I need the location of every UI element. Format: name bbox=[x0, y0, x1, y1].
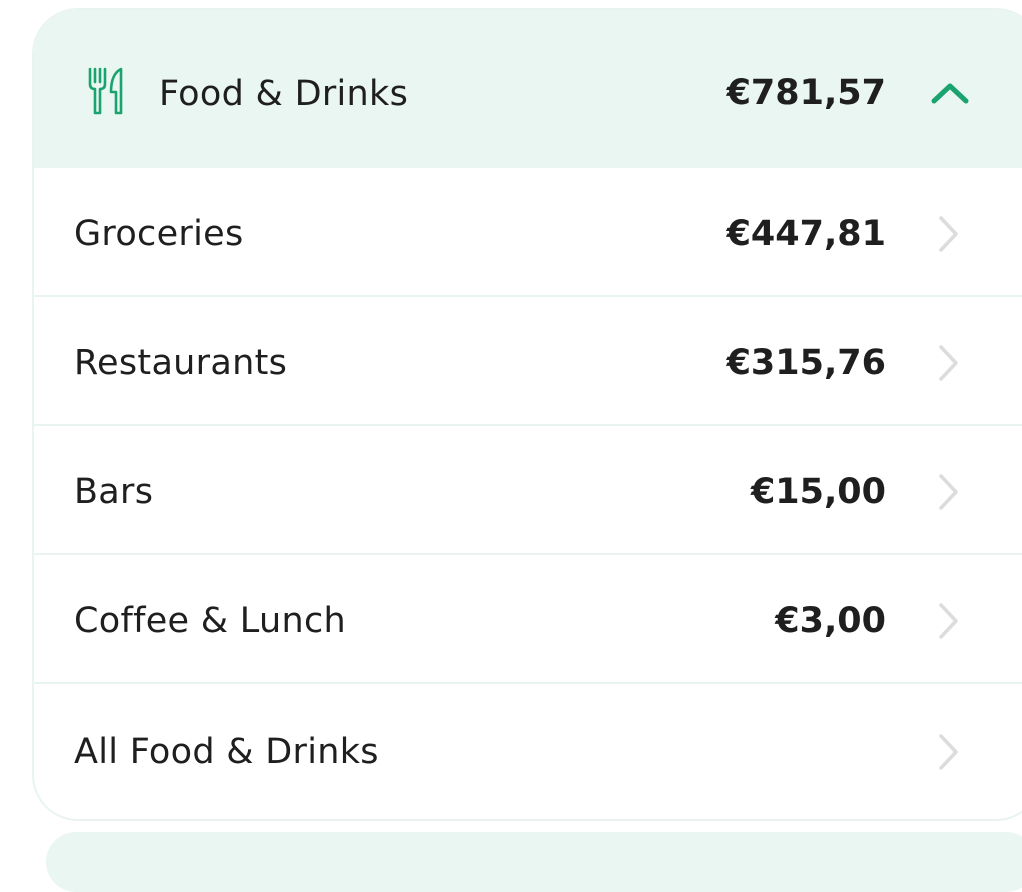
list-item-amount: €15,00 bbox=[750, 472, 886, 512]
list-item-label: Coffee & Lunch bbox=[74, 601, 346, 641]
category-title: Food & Drinks bbox=[159, 74, 409, 114]
list-item-groceries[interactable]: Groceries €447,81 bbox=[34, 168, 1022, 297]
category-card: Food & Drinks €781,57 Groceries €447,81 … bbox=[32, 8, 1022, 821]
list-item-restaurants[interactable]: Restaurants €315,76 bbox=[34, 297, 1022, 426]
list-item-amount: €3,00 bbox=[775, 601, 886, 641]
list-item-label: All Food & Drinks bbox=[74, 732, 379, 772]
list-item-amount: €315,76 bbox=[726, 343, 886, 383]
chevron-right-icon bbox=[939, 345, 958, 381]
next-category-card[interactable] bbox=[46, 832, 1022, 892]
list-item-coffee-lunch[interactable]: Coffee & Lunch €3,00 bbox=[34, 555, 1022, 684]
list-item-label: Restaurants bbox=[74, 343, 288, 383]
category-header[interactable]: Food & Drinks €781,57 bbox=[34, 10, 1022, 168]
chevron-right-icon bbox=[939, 734, 958, 770]
chevron-right-icon bbox=[939, 474, 958, 510]
list-item-label: Bars bbox=[74, 472, 154, 512]
fork-knife-icon bbox=[88, 67, 123, 115]
list-item-bars[interactable]: Bars €15,00 bbox=[34, 426, 1022, 555]
chevron-right-icon bbox=[939, 216, 958, 252]
list-item-amount: €447,81 bbox=[726, 214, 886, 254]
list-item-all-food-drinks[interactable]: All Food & Drinks bbox=[34, 686, 1022, 815]
category-total: €781,57 bbox=[726, 73, 886, 113]
chevron-up-icon[interactable] bbox=[929, 80, 971, 106]
chevron-right-icon bbox=[939, 603, 958, 639]
list-item-label: Groceries bbox=[74, 214, 244, 254]
